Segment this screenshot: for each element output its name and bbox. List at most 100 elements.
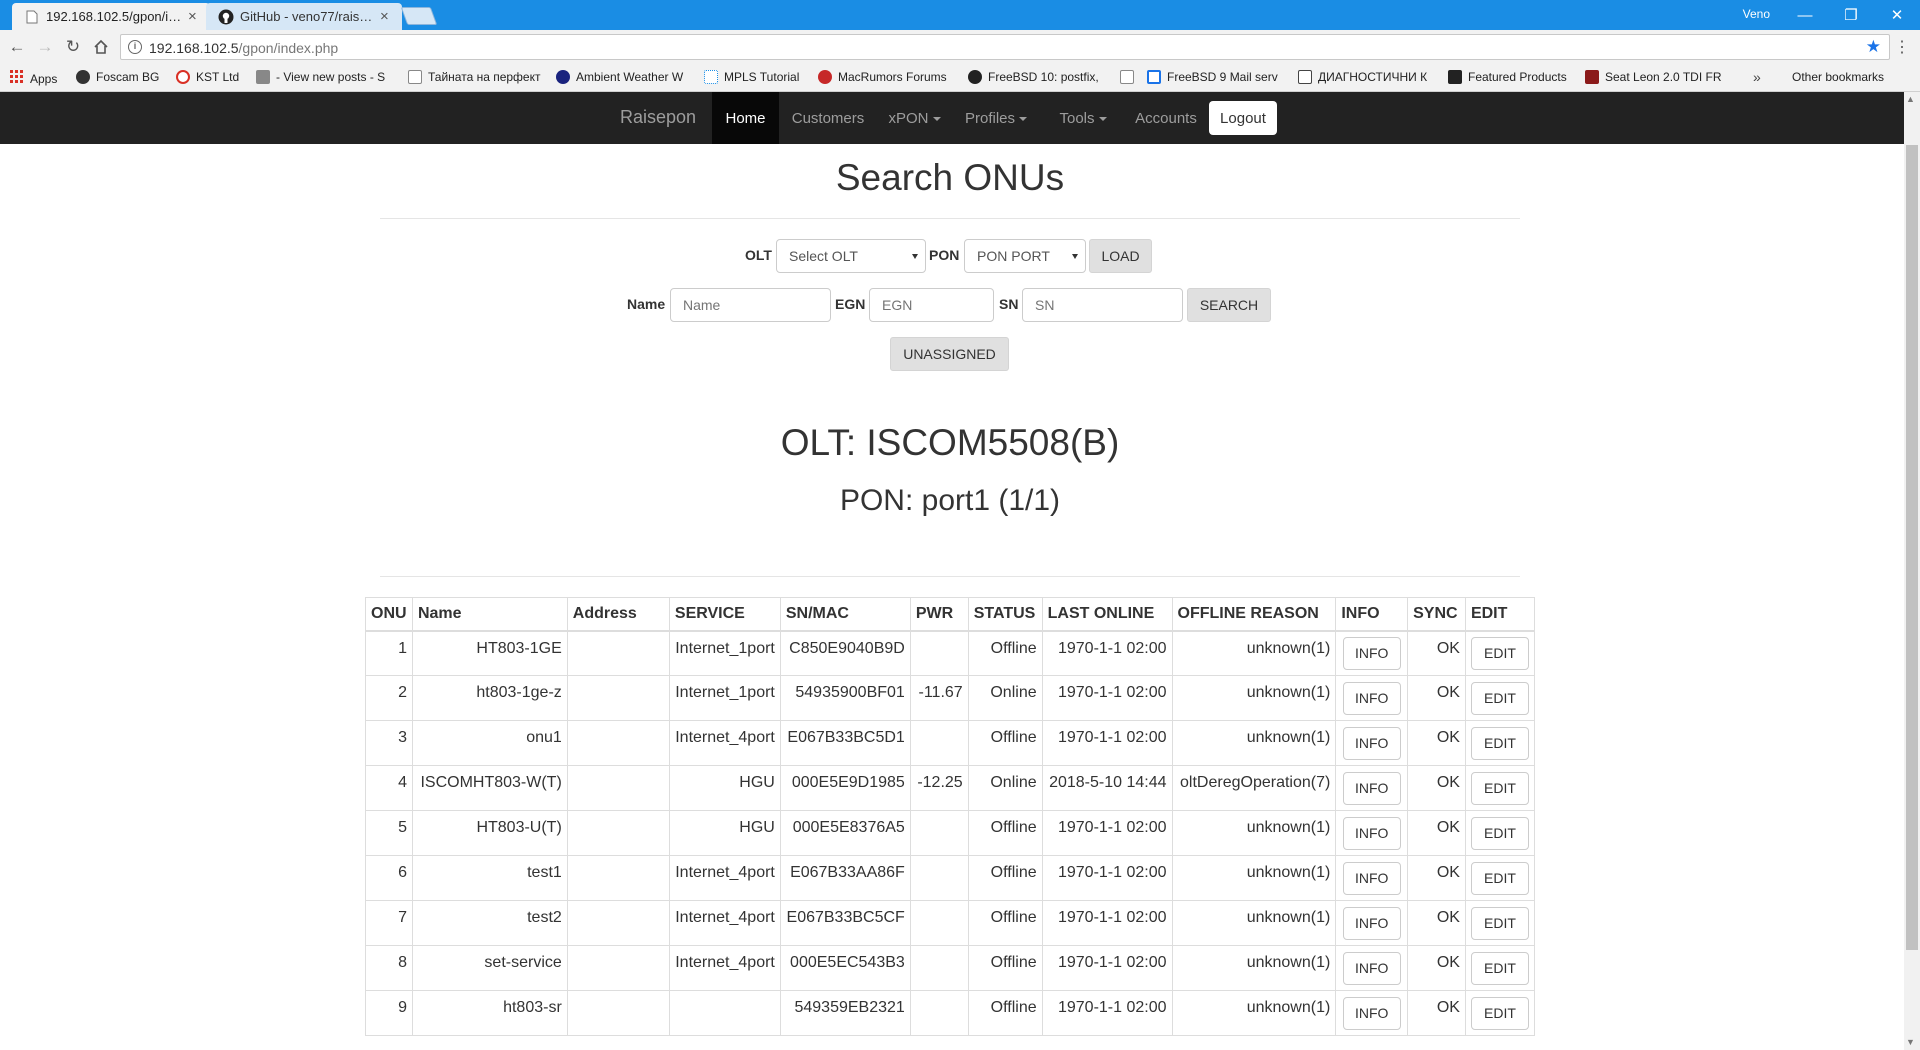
nav-customers[interactable]: Customers: [779, 92, 877, 144]
forum-icon: [256, 70, 270, 84]
onu-address: [566, 900, 670, 946]
onu-id: 7: [365, 900, 413, 946]
other-bookmarks[interactable]: Other bookmarks: [1786, 70, 1884, 84]
col-header-status: STATUS: [967, 597, 1043, 632]
onu-address: [566, 630, 670, 676]
bookmark-diag[interactable]: ДИАГНОСТИЧНИ К: [1298, 70, 1427, 84]
onu-address: [566, 720, 670, 766]
sn-input[interactable]: [1022, 288, 1183, 322]
onu-address: [566, 810, 670, 856]
info-button[interactable]: INFO: [1342, 726, 1401, 760]
logout-button[interactable]: Logout: [1209, 101, 1277, 135]
edit-button[interactable]: EDIT: [1470, 771, 1529, 805]
info-button[interactable]: INFO: [1342, 906, 1401, 940]
sn-label: SN: [999, 296, 1019, 312]
onu-sn: 549359EB2321: [779, 990, 911, 1036]
info-button[interactable]: INFO: [1342, 771, 1401, 805]
onu-offline-reason: unknown(1): [1171, 945, 1337, 991]
edit-button[interactable]: EDIT: [1470, 681, 1529, 715]
home-icon[interactable]: [90, 36, 112, 58]
bookmark-foscam[interactable]: Foscam BG: [76, 70, 159, 84]
table-row: 3 onu1 Internet_4port E067B33BC5D1 Offli…: [365, 720, 1536, 766]
bookmark-forum[interactable]: - View new posts - S: [256, 70, 385, 84]
info-button[interactable]: INFO: [1342, 816, 1401, 850]
onu-offline-reason: unknown(1): [1171, 675, 1337, 721]
reload-icon[interactable]: ↻: [62, 36, 84, 58]
egn-input[interactable]: [869, 288, 994, 322]
info-button[interactable]: INFO: [1342, 996, 1401, 1030]
forward-arrow-icon[interactable]: →: [34, 36, 56, 58]
bookmark-mpls[interactable]: MPLS Tutorial: [704, 70, 799, 84]
star-icon[interactable]: ★: [1866, 37, 1881, 57]
col-header-service: SERVICE: [668, 597, 781, 632]
edit-button[interactable]: EDIT: [1470, 906, 1529, 940]
foscam-icon: [76, 70, 90, 84]
onu-id: 1: [365, 630, 413, 676]
new-tab-button[interactable]: [400, 7, 438, 25]
onu-sync: OK: [1407, 675, 1466, 721]
onu-sync: OK: [1407, 720, 1466, 766]
edit-button[interactable]: EDIT: [1470, 636, 1529, 670]
browser-tab-github[interactable]: GitHub - veno77/raisepon ×: [206, 3, 402, 30]
table-row: 1 HT803-1GE Internet_1port C850E9040B9D …: [365, 630, 1536, 676]
onu-offline-reason: unknown(1): [1171, 900, 1337, 946]
bookmark-freebsd-10[interactable]: FreeBSD 10: postfix,: [968, 70, 1099, 84]
onu-offline-reason: unknown(1): [1171, 630, 1337, 676]
scrollbar-thumb[interactable]: [1906, 145, 1918, 950]
minimize-icon[interactable]: —: [1782, 0, 1828, 30]
bookmark-freebsd-9[interactable]: FreeBSD 9 Mail serv: [1147, 70, 1278, 84]
bookmark-macrumors[interactable]: MacRumors Forums: [818, 70, 947, 84]
close-icon[interactable]: ×: [380, 8, 392, 25]
macrumors-icon: [818, 70, 832, 84]
onu-last-online: 2018-5-10 14:44: [1041, 765, 1173, 811]
info-button[interactable]: INFO: [1342, 951, 1401, 985]
nav-home[interactable]: Home: [712, 92, 779, 144]
bookmark-featured-products[interactable]: Featured Products: [1448, 70, 1567, 84]
bookmark-ambient-weather[interactable]: Ambient Weather W: [556, 70, 683, 84]
info-button[interactable]: INFO: [1342, 861, 1401, 895]
search-button[interactable]: SEARCH: [1187, 288, 1271, 322]
close-icon[interactable]: ×: [188, 8, 200, 25]
nav-xpon[interactable]: xPON: [877, 92, 952, 144]
bookmark-kst[interactable]: KST Ltd: [176, 70, 239, 84]
scroll-up-arrow-icon[interactable]: ▲: [1906, 94, 1915, 104]
address-bar[interactable]: i 192.168.102.5/gpon/index.php ★: [120, 34, 1890, 60]
scroll-down-arrow-icon[interactable]: ▼: [1906, 1037, 1915, 1047]
nav-tools[interactable]: Tools: [1049, 92, 1117, 144]
unassigned-button[interactable]: UNASSIGNED: [890, 337, 1009, 371]
edit-button[interactable]: EDIT: [1470, 816, 1529, 850]
brand-link[interactable]: Raisepon: [620, 107, 696, 128]
info-button[interactable]: INFO: [1342, 636, 1401, 670]
name-input[interactable]: [670, 288, 831, 322]
chevron-double-right-icon[interactable]: »: [1753, 69, 1761, 85]
pon-port-select[interactable]: PON PORT: [964, 239, 1086, 273]
onu-status: Offline: [967, 855, 1043, 901]
nav-profiles[interactable]: Profiles: [957, 92, 1035, 144]
onu-id: 4: [365, 765, 413, 811]
onu-id: 6: [365, 855, 413, 901]
onu-service: Internet_4port: [668, 945, 781, 991]
olt-select[interactable]: Select OLT: [776, 239, 926, 273]
nav-accounts[interactable]: Accounts: [1128, 92, 1204, 144]
edit-button[interactable]: EDIT: [1470, 726, 1529, 760]
kebab-menu-icon[interactable]: ⋮: [1894, 37, 1910, 57]
bookmark-apps[interactable]: Apps: [10, 70, 57, 87]
bookmark-seat-leon[interactable]: Seat Leon 2.0 TDI FR: [1585, 70, 1722, 84]
profile-name[interactable]: Veno: [1743, 7, 1770, 21]
info-icon[interactable]: i: [128, 40, 142, 54]
onu-id: 5: [365, 810, 413, 856]
onu-address: [566, 675, 670, 721]
info-button[interactable]: INFO: [1342, 681, 1401, 715]
edit-button[interactable]: EDIT: [1470, 951, 1529, 985]
browser-tab-raisepon[interactable]: 192.168.102.5/gpon/inde ×: [12, 3, 210, 30]
load-button[interactable]: LOAD: [1089, 239, 1152, 273]
bookmark-page-1[interactable]: Тайната на перфект: [408, 70, 540, 84]
onu-service: HGU: [668, 810, 781, 856]
onu-offline-reason: oltDeregOperation(7): [1171, 765, 1337, 811]
edit-button[interactable]: EDIT: [1470, 996, 1529, 1030]
back-arrow-icon[interactable]: ←: [6, 36, 28, 58]
edit-button[interactable]: EDIT: [1470, 861, 1529, 895]
close-window-icon[interactable]: ✕: [1874, 0, 1920, 30]
restore-icon[interactable]: ❐: [1828, 0, 1874, 30]
bookmark-page-2[interactable]: [1120, 70, 1134, 84]
